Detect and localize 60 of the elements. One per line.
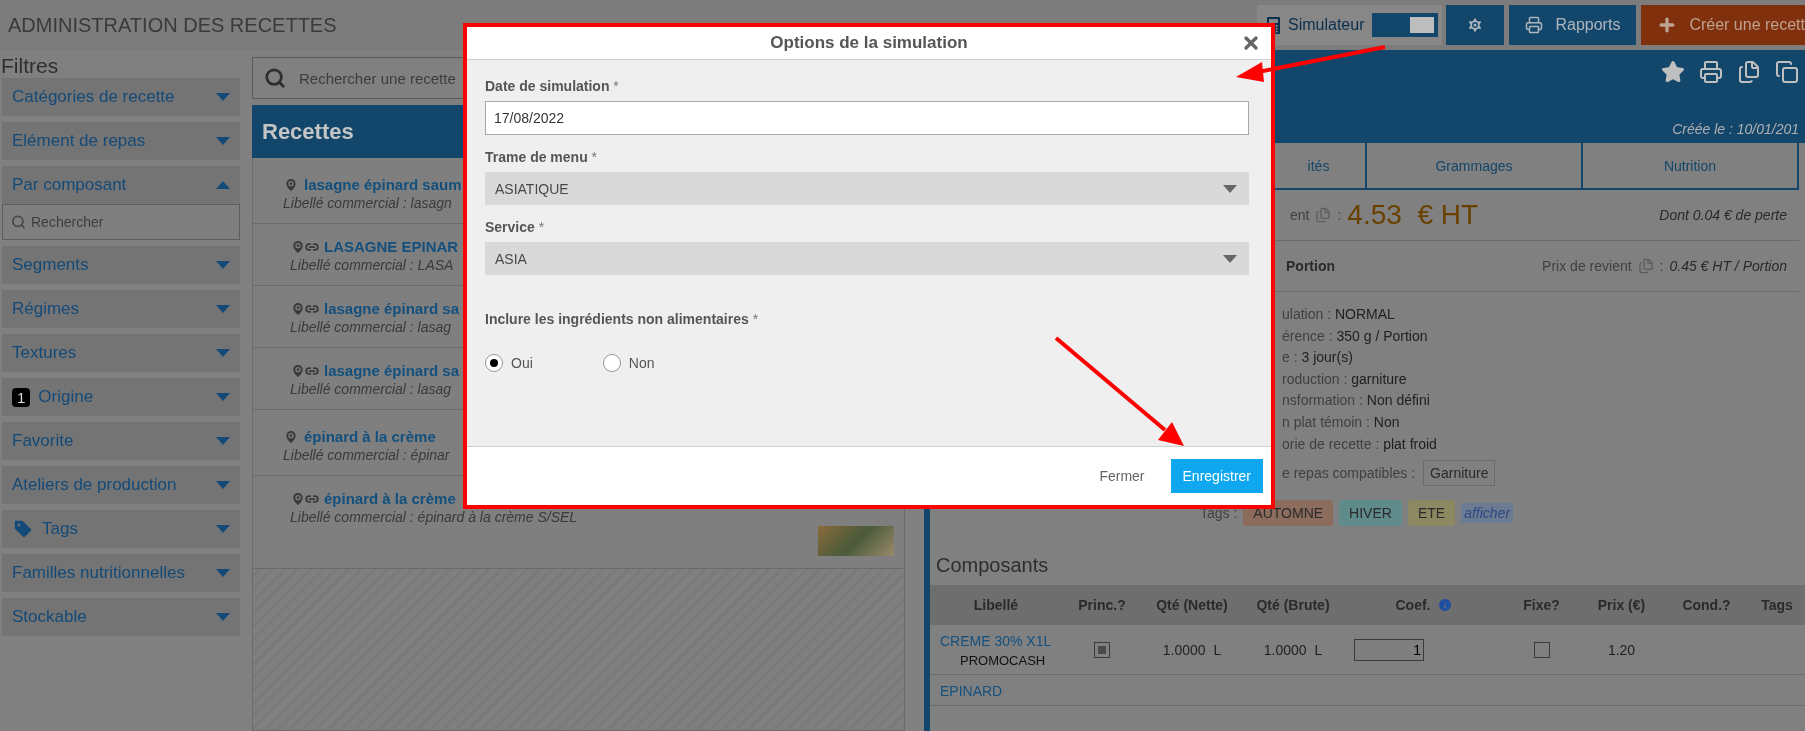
components-title: Composants	[936, 554, 1050, 578]
filter-label: Favorite	[12, 431, 75, 451]
cost-value: 4.53 € HT	[1347, 199, 1479, 231]
filter-label: Elément de repas	[12, 131, 147, 151]
filter-label: Régimes	[12, 299, 81, 319]
filter-label: Tags	[42, 519, 79, 539]
column-header: Tags	[1749, 585, 1805, 626]
separator: :	[1337, 207, 1342, 223]
page-title: ADMINISTRATION DES RECETTES	[8, 13, 338, 37]
recipe-subtitle: Libellé commercial : LASA	[290, 257, 454, 273]
property-line: érence : 350 g / Portion	[1282, 326, 1429, 346]
recipe-subtitle: Libellé commercial : lasag	[290, 319, 452, 335]
property-line: e : 3 jour(s)	[1282, 348, 1354, 368]
tag-chip: HIVER	[1339, 500, 1402, 527]
created-date: Créée le : 10/01/201	[1672, 121, 1799, 137]
portion-cost: 0.45 € HT / Portion	[1669, 258, 1787, 274]
count-badge: 1	[12, 387, 31, 407]
property-line: n plat témoin : Non	[1282, 412, 1401, 432]
filter-label: Familles nutritionnelles	[12, 563, 186, 583]
column-header: Coef.	[1344, 585, 1504, 626]
recipe-subtitle: Libellé commercial : lasag	[290, 381, 452, 397]
property-line: orie de recette : plat froid	[1282, 434, 1438, 454]
filter-label: Par composant	[12, 175, 128, 195]
column-header: Qté (Nette)	[1142, 585, 1242, 626]
compatible-chip: Garniture	[1423, 460, 1496, 487]
filter-label: Segments	[12, 255, 90, 275]
filter-label: Stockable	[12, 607, 88, 627]
field-label: Service *	[485, 219, 546, 235]
column-header: Libellé	[930, 585, 1062, 626]
property-line: roduction : garniture	[1282, 369, 1408, 389]
property-line: ulation : NORMAL	[1282, 305, 1396, 324]
filter-label: Ateliers de production	[12, 475, 178, 495]
table-cell: 1.0000 L	[1242, 625, 1344, 676]
field-label: Date de simulation *	[485, 78, 620, 94]
table-cell: 1.20	[1579, 625, 1664, 676]
recipe-subtitle: Libellé commercial : épinar	[283, 447, 450, 463]
supplier-name: PROMOCASH	[959, 653, 1047, 669]
filter-label: Textures	[12, 343, 78, 363]
portion-title: Portion	[1286, 258, 1335, 274]
simulator-label: Simulateur	[1288, 16, 1365, 34]
loss-text: Dont 0.04 € de perte	[1659, 207, 1787, 223]
column-header: Qté (Brute)	[1242, 585, 1344, 626]
column-header: Cond.?	[1664, 585, 1749, 626]
compatible-label: e repas compatibles :	[1282, 465, 1416, 482]
recipe-subtitle: Libellé commercial : épinard à la crème S/SEL	[290, 509, 578, 525]
cost-label: ent	[1290, 207, 1310, 223]
recipe-subtitle: Libellé commercial : lasagn	[283, 195, 452, 211]
column-header: Fixe?	[1504, 585, 1579, 626]
cost-label: Prix de revient	[1542, 258, 1632, 274]
tag-chip: ETE	[1407, 500, 1456, 527]
property-line: nsformation : Non défini	[1282, 391, 1431, 411]
filter-label: Catégories de recette	[12, 87, 176, 107]
column-header: Prix (€)	[1579, 585, 1664, 626]
dialog-title: Options de la simulation	[770, 33, 968, 53]
separator: :	[1659, 258, 1664, 274]
filter-label: Origine	[38, 387, 95, 407]
filters-title: Filtres	[1, 54, 60, 78]
field-label: Inclure les ingrédients non alimentaires *	[485, 311, 760, 327]
column-header: Princ.?	[1062, 585, 1142, 626]
table-cell: 1.0000 L	[1142, 625, 1242, 676]
